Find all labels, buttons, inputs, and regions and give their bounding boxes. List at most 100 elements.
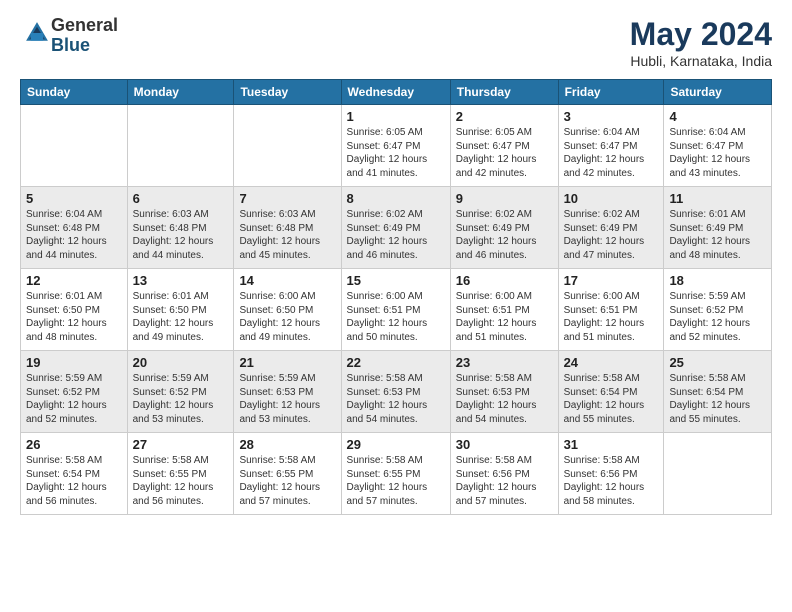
calendar-cell: 12 Sunrise: 6:01 AM Sunset: 6:50 PM Dayli…	[21, 269, 128, 351]
calendar-cell: 26Sunrise: 5:58 AM Sunset: 6:54 PM Dayli…	[21, 433, 128, 515]
calendar-cell	[127, 105, 234, 187]
day-number: 5	[26, 191, 122, 206]
day-info: Sunrise: 6:02 AM Sunset: 6:49 PM Dayligh…	[456, 208, 553, 262]
day-info: Sunrise: 5:58 AM Sunset: 6:55 PM Dayligh…	[133, 454, 229, 508]
day-number: 1	[347, 109, 445, 124]
day-info: Sunrise: 6:05 AM Sunset: 6:47 PM Dayligh…	[347, 126, 445, 180]
day-info: Sunrise: 6:04 AM Sunset: 6:47 PM Dayligh…	[564, 126, 659, 180]
location: Hubli, Karnataka, India	[630, 53, 772, 69]
day-number: 9	[456, 191, 553, 206]
weekday-header-row: SundayMondayTuesdayWednesdayThursdayFrid…	[21, 80, 772, 105]
calendar-cell: 3 Sunrise: 6:04 AM Sunset: 6:47 PM Daylig…	[558, 105, 664, 187]
day-number: 3	[564, 109, 659, 124]
weekday-header-monday: Monday	[127, 80, 234, 105]
calendar-cell: 11 Sunrise: 6:01 AM Sunset: 6:49 PM Dayli…	[664, 187, 772, 269]
day-info: Sunrise: 6:00 AM Sunset: 6:50 PM Dayligh…	[239, 290, 335, 344]
day-info: Sunrise: 5:59 AM Sunset: 6:53 PM Dayligh…	[239, 372, 335, 426]
calendar-cell: 15Sunrise: 6:00 AM Sunset: 6:51 PM Dayli…	[341, 269, 450, 351]
logo-icon	[23, 19, 51, 47]
day-info: Sunrise: 5:58 AM Sunset: 6:55 PM Dayligh…	[239, 454, 335, 508]
weekday-header-thursday: Thursday	[450, 80, 558, 105]
weekday-header-sunday: Sunday	[21, 80, 128, 105]
calendar-cell: 30 Sunrise: 5:58 AM Sunset: 6:56 PM Dayli…	[450, 433, 558, 515]
day-number: 28	[239, 437, 335, 452]
calendar-cell: 29 Sunrise: 5:58 AM Sunset: 6:55 PM Dayli…	[341, 433, 450, 515]
calendar-cell: 19Sunrise: 5:59 AM Sunset: 6:52 PM Dayli…	[21, 351, 128, 433]
day-number: 31	[564, 437, 659, 452]
day-number: 11	[669, 191, 766, 206]
day-info: Sunrise: 6:00 AM Sunset: 6:51 PM Dayligh…	[456, 290, 553, 344]
weekday-header-tuesday: Tuesday	[234, 80, 341, 105]
day-info: Sunrise: 6:01 AM Sunset: 6:49 PM Dayligh…	[669, 208, 766, 262]
calendar-cell: 1 Sunrise: 6:05 AM Sunset: 6:47 PM Daylig…	[341, 105, 450, 187]
day-number: 15	[347, 273, 445, 288]
day-info: Sunrise: 5:59 AM Sunset: 6:52 PM Dayligh…	[133, 372, 229, 426]
calendar-cell: 31 Sunrise: 5:58 AM Sunset: 6:56 PM Dayli…	[558, 433, 664, 515]
calendar-cell: 16Sunrise: 6:00 AM Sunset: 6:51 PM Dayli…	[450, 269, 558, 351]
day-number: 7	[239, 191, 335, 206]
calendar-cell: 28 Sunrise: 5:58 AM Sunset: 6:55 PM Dayli…	[234, 433, 341, 515]
calendar-cell: 23 Sunrise: 5:58 AM Sunset: 6:53 PM Dayli…	[450, 351, 558, 433]
calendar-cell: 21Sunrise: 5:59 AM Sunset: 6:53 PM Dayli…	[234, 351, 341, 433]
day-number: 12	[26, 273, 122, 288]
day-info: Sunrise: 6:00 AM Sunset: 6:51 PM Dayligh…	[564, 290, 659, 344]
day-number: 6	[133, 191, 229, 206]
day-number: 13	[133, 273, 229, 288]
calendar-cell: 9 Sunrise: 6:02 AM Sunset: 6:49 PM Daylig…	[450, 187, 558, 269]
calendar-cell: 20 Sunrise: 5:59 AM Sunset: 6:52 PM Dayli…	[127, 351, 234, 433]
day-number: 30	[456, 437, 553, 452]
day-number: 2	[456, 109, 553, 124]
week-row-4: 19Sunrise: 5:59 AM Sunset: 6:52 PM Dayli…	[21, 351, 772, 433]
calendar-cell: 17 Sunrise: 6:00 AM Sunset: 6:51 PM Dayli…	[558, 269, 664, 351]
calendar-cell: 6 Sunrise: 6:03 AM Sunset: 6:48 PM Daylig…	[127, 187, 234, 269]
day-number: 22	[347, 355, 445, 370]
calendar-cell	[21, 105, 128, 187]
day-info: Sunrise: 5:58 AM Sunset: 6:54 PM Dayligh…	[564, 372, 659, 426]
logo: General Blue	[20, 16, 118, 56]
day-number: 4	[669, 109, 766, 124]
calendar-cell: 8 Sunrise: 6:02 AM Sunset: 6:49 PM Daylig…	[341, 187, 450, 269]
day-info: Sunrise: 6:05 AM Sunset: 6:47 PM Dayligh…	[456, 126, 553, 180]
calendar-cell: 5Sunrise: 6:04 AM Sunset: 6:48 PM Daylig…	[21, 187, 128, 269]
weekday-header-saturday: Saturday	[664, 80, 772, 105]
day-number: 14	[239, 273, 335, 288]
title-block: May 2024 Hubli, Karnataka, India	[630, 16, 772, 69]
day-number: 29	[347, 437, 445, 452]
day-info: Sunrise: 6:03 AM Sunset: 6:48 PM Dayligh…	[239, 208, 335, 262]
calendar-cell: 4 Sunrise: 6:04 AM Sunset: 6:47 PM Daylig…	[664, 105, 772, 187]
day-info: Sunrise: 5:58 AM Sunset: 6:54 PM Dayligh…	[669, 372, 766, 426]
day-info: Sunrise: 6:01 AM Sunset: 6:50 PM Dayligh…	[26, 290, 122, 344]
day-info: Sunrise: 5:58 AM Sunset: 6:56 PM Dayligh…	[456, 454, 553, 508]
week-row-1: 1 Sunrise: 6:05 AM Sunset: 6:47 PM Daylig…	[21, 105, 772, 187]
calendar-cell	[664, 433, 772, 515]
day-number: 8	[347, 191, 445, 206]
logo-text: General Blue	[51, 16, 118, 56]
day-info: Sunrise: 6:02 AM Sunset: 6:49 PM Dayligh…	[347, 208, 445, 262]
day-number: 17	[564, 273, 659, 288]
day-info: Sunrise: 5:58 AM Sunset: 6:56 PM Dayligh…	[564, 454, 659, 508]
day-number: 20	[133, 355, 229, 370]
calendar-cell: 24 Sunrise: 5:58 AM Sunset: 6:54 PM Dayli…	[558, 351, 664, 433]
day-number: 23	[456, 355, 553, 370]
calendar-cell: 27 Sunrise: 5:58 AM Sunset: 6:55 PM Dayli…	[127, 433, 234, 515]
week-row-2: 5Sunrise: 6:04 AM Sunset: 6:48 PM Daylig…	[21, 187, 772, 269]
day-number: 27	[133, 437, 229, 452]
day-info: Sunrise: 6:04 AM Sunset: 6:47 PM Dayligh…	[669, 126, 766, 180]
month-title: May 2024	[630, 16, 772, 53]
day-number: 24	[564, 355, 659, 370]
week-row-5: 26Sunrise: 5:58 AM Sunset: 6:54 PM Dayli…	[21, 433, 772, 515]
day-number: 18	[669, 273, 766, 288]
calendar-cell	[234, 105, 341, 187]
weekday-header-friday: Friday	[558, 80, 664, 105]
calendar-cell: 10Sunrise: 6:02 AM Sunset: 6:49 PM Dayli…	[558, 187, 664, 269]
day-info: Sunrise: 5:58 AM Sunset: 6:54 PM Dayligh…	[26, 454, 122, 508]
day-number: 25	[669, 355, 766, 370]
day-info: Sunrise: 6:03 AM Sunset: 6:48 PM Dayligh…	[133, 208, 229, 262]
day-info: Sunrise: 5:58 AM Sunset: 6:55 PM Dayligh…	[347, 454, 445, 508]
day-info: Sunrise: 5:58 AM Sunset: 6:53 PM Dayligh…	[456, 372, 553, 426]
day-info: Sunrise: 5:59 AM Sunset: 6:52 PM Dayligh…	[26, 372, 122, 426]
day-info: Sunrise: 6:01 AM Sunset: 6:50 PM Dayligh…	[133, 290, 229, 344]
page: General Blue May 2024 Hubli, Karnataka, …	[0, 0, 792, 525]
calendar-cell: 7 Sunrise: 6:03 AM Sunset: 6:48 PM Daylig…	[234, 187, 341, 269]
week-row-3: 12 Sunrise: 6:01 AM Sunset: 6:50 PM Dayli…	[21, 269, 772, 351]
